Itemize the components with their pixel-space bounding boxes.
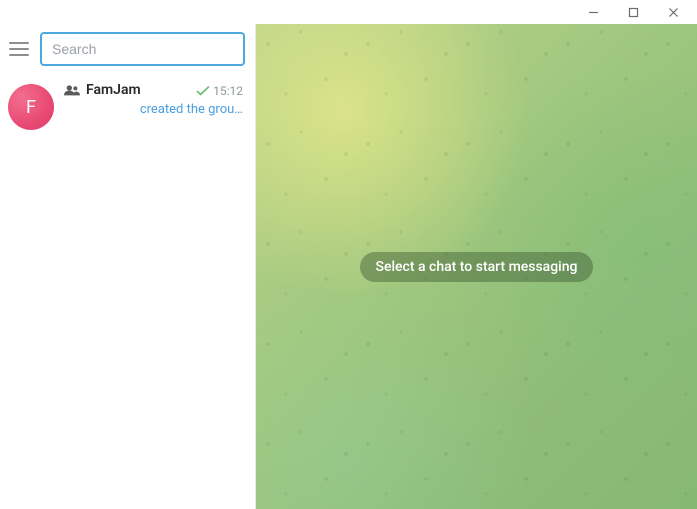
chat-list-item[interactable]: F FamJam [0,74,255,138]
window-close-button[interactable] [653,0,693,24]
chat-name-text: FamJam [86,82,141,98]
sidebar-toprow [0,24,255,74]
sidebar: F FamJam [0,24,256,509]
avatar: F [8,84,54,130]
chat-list: F FamJam [0,74,255,509]
chat-item-header: FamJam 15:12 [64,82,243,98]
chat-name: FamJam [64,82,141,98]
chat-time: 15:12 [196,84,243,98]
menu-button[interactable] [8,33,30,65]
empty-state-message: Select a chat to start messaging [360,252,594,282]
avatar-letter: F [26,97,36,118]
window-minimize-button[interactable] [573,0,613,24]
chat-item-body: FamJam 15:12 created the grou… [64,82,243,117]
chat-time-text: 15:12 [213,84,243,98]
hamburger-icon [9,42,29,56]
main-panel: Select a chat to start messaging [256,24,697,509]
window-titlebar [0,0,697,24]
chat-preview: created the grou… [64,102,243,117]
search-input[interactable] [40,32,245,66]
group-icon [64,84,80,96]
app-root: F FamJam [0,24,697,509]
window-maximize-button[interactable] [613,0,653,24]
check-icon [196,86,210,96]
